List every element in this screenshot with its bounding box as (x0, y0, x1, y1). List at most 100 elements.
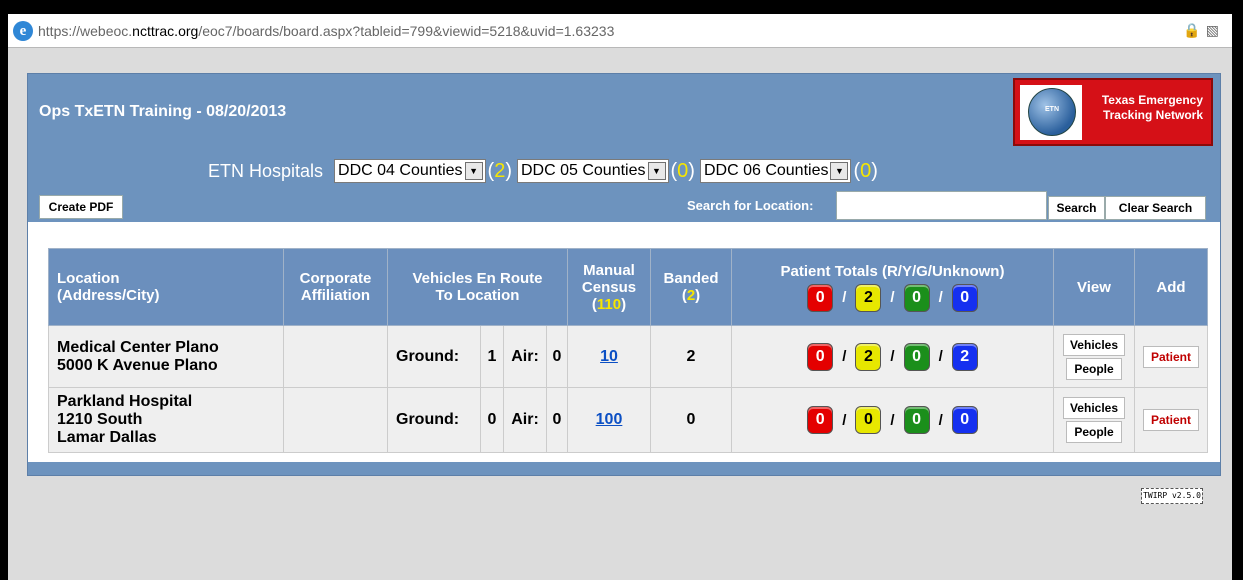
ddc04-label: DDC 04 Counties (338, 162, 463, 179)
header-manual-count: 110 (596, 295, 622, 313)
yellow-count[interactable]: 2 (855, 342, 882, 371)
ddc06-select[interactable]: DDC 06 Counties ▼ (699, 159, 852, 183)
compat-icon[interactable]: ▧ (1206, 22, 1224, 38)
url-text[interactable]: https://webeoc.ncttrac.org/eoc7/boards/b… (38, 23, 614, 39)
location-cell: Parkland Hospital 1210 South Lamar Dalla… (48, 387, 284, 453)
board-title: Ops TxETN Training - 08/20/2013 (39, 103, 287, 120)
location-address: 1210 South (57, 411, 143, 428)
vehicles-button[interactable]: Vehicles (1063, 397, 1125, 419)
header-vehicles: Vehicles En Route To Location (387, 248, 568, 326)
corporate-cell (283, 387, 388, 453)
screen-frame: e https://webeoc.ncttrac.org/eoc7/boards… (0, 0, 1243, 580)
location-name: Medical Center Plano (57, 338, 219, 356)
table-row: Parkland Hospital 1210 South Lamar Dalla… (48, 387, 1208, 453)
dropdown-arrow-icon[interactable]: ▼ (464, 162, 483, 180)
ie-icon: e (13, 20, 33, 41)
red-count[interactable]: 0 (807, 342, 834, 371)
ddc06-label: DDC 06 Counties (703, 162, 829, 179)
url-domain: ncttrac.org (132, 22, 199, 39)
ddc05-select[interactable]: DDC 05 Counties ▼ (517, 159, 669, 183)
logo-line-2: Tracking Network (1102, 108, 1203, 122)
dropdown-arrow-icon[interactable]: ▼ (830, 162, 849, 180)
hospital-filter-row: ETN Hospitals DDC 04 Counties ▼ (2) DDC … (208, 159, 883, 183)
air-count: 0 (546, 325, 568, 388)
banded-cell: 0 (650, 387, 732, 453)
blue-count[interactable]: 0 (951, 406, 978, 434)
header-patient-totals: Patient Totals (R/Y/G/Unknown) 0/ 2/ 0/ … (731, 248, 1054, 326)
red-count[interactable]: 0 (807, 406, 834, 434)
patient-tags: 0/ 0/ 0/ 0 (807, 406, 978, 434)
dropdown-arrow-icon[interactable]: ▼ (647, 162, 666, 180)
view-cell: Vehicles People (1053, 325, 1135, 388)
ddc04-count: (2) (487, 159, 512, 182)
add-cell: Patient (1134, 387, 1208, 453)
ground-label: Ground: (387, 325, 481, 388)
ddc05-count-value: 0 (677, 159, 689, 182)
lock-icon: 🔒 (1183, 22, 1206, 38)
header-location-title: Location (57, 270, 120, 287)
ddc06-count-value: 0 (860, 159, 872, 182)
vehicles-button[interactable]: Vehicles (1063, 333, 1125, 356)
header-add: Add (1134, 248, 1208, 326)
ddc04-select[interactable]: DDC 04 Counties ▼ (334, 159, 486, 183)
create-pdf-button[interactable]: Create PDF (39, 195, 123, 219)
table-row: Medical Center Plano 5000 K Avenue Plano… (48, 325, 1208, 388)
patient-totals-cell: 0/ 2/ 0/ 2 (731, 325, 1054, 388)
search-button[interactable]: Search (1048, 196, 1105, 220)
census-cell: 10 (567, 325, 651, 388)
header-manual-census: Manual Census (110) (567, 248, 651, 326)
patient-totals-cell: 0/ 0/ 0/ 0 (731, 387, 1054, 453)
ddc05-label: DDC 05 Counties (521, 162, 646, 179)
corporate-cell (283, 325, 388, 388)
logo-emblem: ETN (1020, 85, 1082, 140)
add-patient-button[interactable]: Patient (1143, 409, 1199, 431)
logo-badge: ETN (1045, 106, 1059, 113)
location-name: Parkland Hospital (57, 393, 193, 410)
address-tray: 🔒▧ (1183, 22, 1224, 39)
header-corporate-sub: Affiliation (300, 287, 371, 304)
location-cell: Medical Center Plano 5000 K Avenue Plano (48, 325, 284, 388)
air-label: Air: (503, 325, 547, 388)
people-button[interactable]: People (1066, 421, 1122, 443)
header-red-total: 0 (807, 283, 834, 312)
ddc05-filter: DDC 05 Counties ▼ (0) (517, 159, 695, 183)
browser-window: e https://webeoc.ncttrac.org/eoc7/boards… (8, 14, 1232, 580)
version-badge: TWIRP v2.5.0 (1141, 488, 1203, 504)
air-count: 0 (546, 387, 568, 453)
header-vehicles-title: Vehicles En Route (412, 270, 543, 287)
ground-count: 1 (480, 325, 504, 388)
people-button[interactable]: People (1066, 357, 1122, 380)
board-panel: Ops TxETN Training - 08/20/2013 ETN Texa… (27, 73, 1221, 476)
green-count[interactable]: 0 (903, 406, 930, 434)
header-banded-title: Banded (663, 270, 719, 287)
url-prefix: https://webeoc. (38, 22, 133, 39)
ddc06-count: (0) (853, 159, 878, 182)
clear-search-button[interactable]: Clear Search (1105, 196, 1206, 220)
ddc04-count-value: 2 (494, 159, 506, 182)
yellow-count[interactable]: 0 (855, 406, 882, 434)
banded-cell: 2 (650, 325, 732, 388)
url-suffix: /eoc7/boards/board.aspx?tableid=799&view… (198, 22, 615, 39)
blue-count[interactable]: 2 (951, 342, 978, 371)
add-cell: Patient (1134, 325, 1208, 388)
location-address: 5000 K Avenue Plano (57, 356, 218, 374)
census-link[interactable]: 100 (596, 411, 623, 428)
header-location: Location (Address/City) (48, 248, 284, 326)
search-input[interactable] (836, 191, 1047, 220)
air-label: Air: (503, 387, 547, 453)
census-link[interactable]: 10 (600, 348, 618, 365)
logo-line-1: Texas Emergency (1101, 93, 1203, 107)
view-cell: Vehicles People (1053, 387, 1135, 453)
add-patient-button[interactable]: Patient (1143, 345, 1199, 368)
search-label: Search for Location: (687, 198, 814, 213)
etn-logo: ETN Texas Emergency Tracking Network (1013, 78, 1213, 146)
header-census-title: Census (581, 278, 637, 296)
ddc06-filter: DDC 06 Counties ▼ (0) (699, 159, 878, 183)
address-bar[interactable]: e https://webeoc.ncttrac.org/eoc7/boards… (8, 14, 1232, 48)
header-blue-total: 0 (951, 283, 978, 312)
globe-icon: ETN (1028, 88, 1076, 136)
header-view: View (1053, 248, 1135, 326)
green-count[interactable]: 0 (903, 342, 930, 371)
header-totals-tags: 0/ 2/ 0/ 0 (807, 283, 978, 312)
logo-text: Texas Emergency Tracking Network (1102, 93, 1203, 123)
